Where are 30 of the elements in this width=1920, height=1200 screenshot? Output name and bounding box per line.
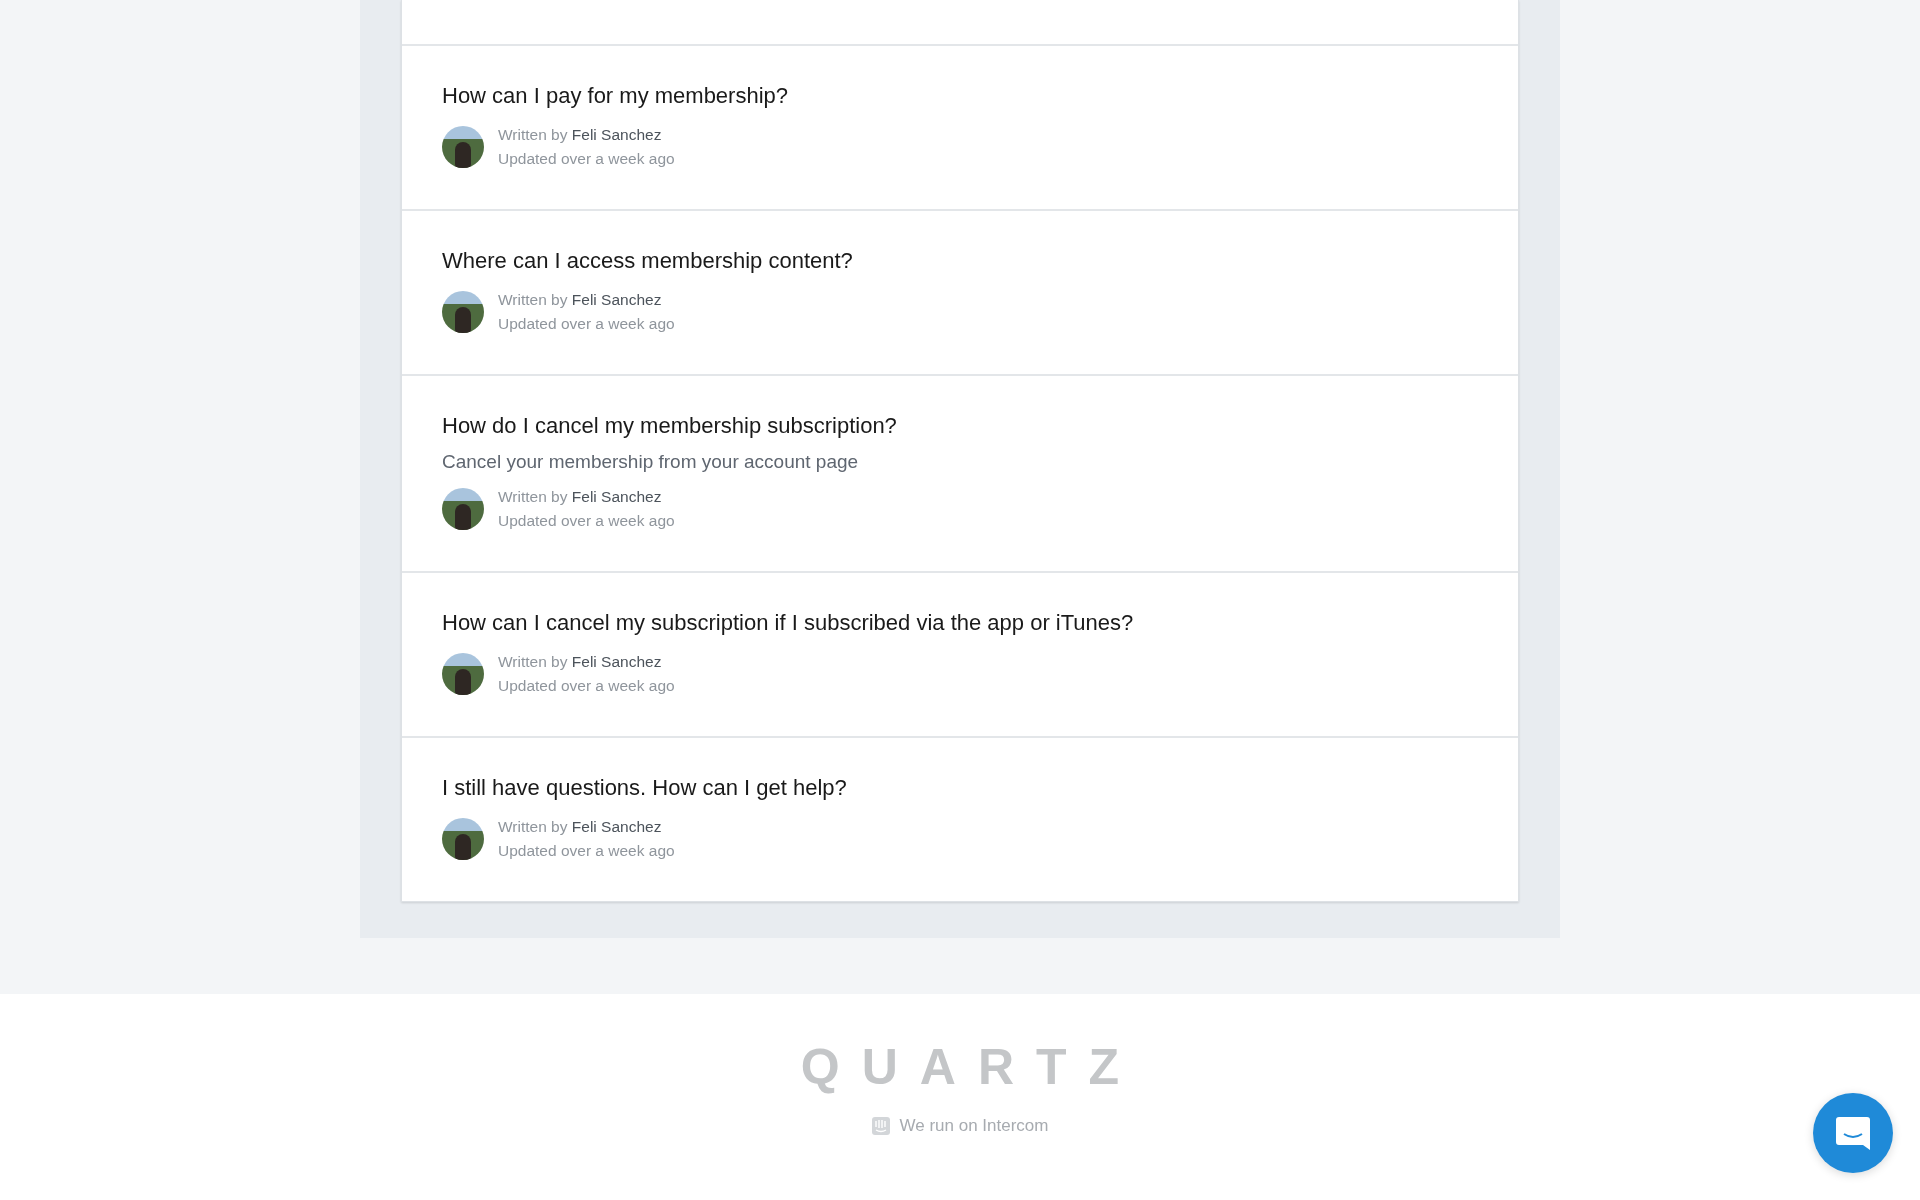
author-line: Written by Feli Sanchez [498, 125, 663, 145]
article-title: How do I cancel my membership subscription? [442, 412, 898, 440]
article-title: I still have questions. How can I get help? [442, 774, 848, 802]
footer-logo: QUARTZ [800, 1038, 1142, 1096]
author-avatar [442, 126, 484, 168]
chat-icon [1834, 1114, 1872, 1152]
article-title: Where can I access membership content? [442, 247, 854, 275]
author-line: Written by Feli Sanchez [498, 817, 663, 837]
author-avatar [442, 488, 484, 530]
updated-text: Updated over a week ago [498, 314, 675, 334]
chat-button[interactable] [1813, 1093, 1893, 1173]
author-avatar [442, 653, 484, 695]
article-title: How can I pay for my membership? [442, 82, 790, 110]
author-line: Written by Feli Sanchez [498, 652, 663, 672]
author-line: Written by Feli Sanchez [498, 487, 663, 507]
author-avatar [442, 291, 484, 333]
updated-text: Updated over a week ago [498, 676, 675, 696]
article-summary: Cancel your membership from your account page [442, 451, 860, 473]
updated-text: Updated over a week ago [498, 511, 675, 531]
article-card[interactable]: How can I pay for my membership? Written by Feli Sanchez Updated over a week ago [402, 46, 1518, 211]
author-avatar [442, 818, 484, 860]
updated-text: Updated over a week ago [498, 149, 675, 169]
author-line: Written by Feli Sanchez [498, 290, 663, 310]
updated-text: Updated over a week ago [498, 841, 675, 861]
article-card[interactable]: Where can I access membership content? Written by Feli Sanchez Updated over a week ago [402, 211, 1518, 376]
article-card[interactable]: I still have questions. How can I get help? Written by Feli Sanchez Updated over a week ago [402, 738, 1518, 901]
intercom-icon [871, 1117, 890, 1135]
article-title: How can I cancel my subscription if I subscribed via the app or iTunes? [442, 609, 1135, 637]
article-card[interactable]: How do I cancel my membership subscription? Cancel your membership from your account page Written by Feli Sanchez Updated over a week ago [402, 376, 1518, 573]
article-card[interactable]: How can I cancel my subscription if I subscribed via the app or iTunes? Written by Feli Sanchez Updated over a week ago [402, 573, 1518, 738]
